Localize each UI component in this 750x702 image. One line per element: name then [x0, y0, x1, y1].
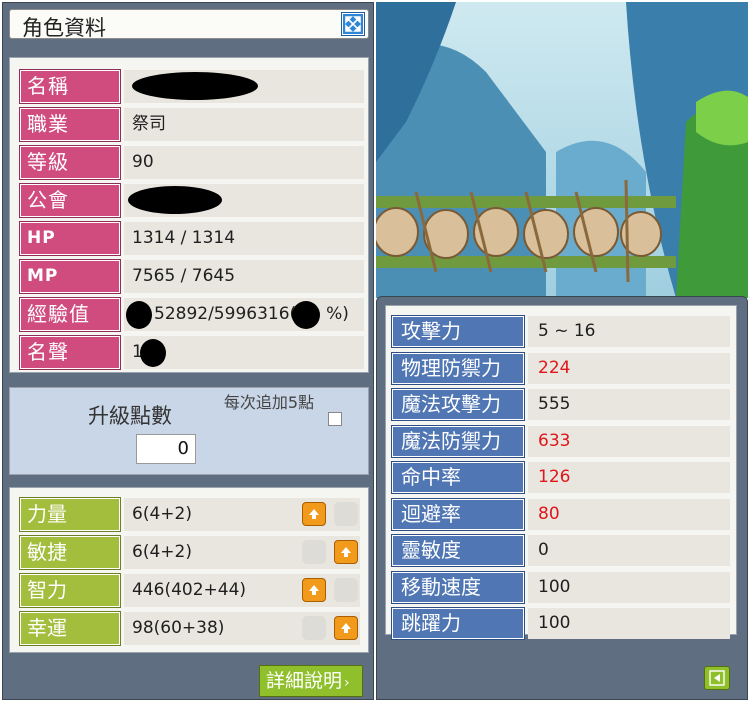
stat-row-str: 力量 6(4+2)	[19, 497, 360, 532]
detail-stat-label: 靈敏度	[391, 534, 525, 567]
info-label: 職業	[19, 107, 121, 142]
detail-stat-row: 攻擊力 5 ~ 16	[391, 315, 730, 348]
detail-stat-row: 移動速度 100	[391, 570, 730, 604]
maximize-toggle-icon[interactable]	[341, 12, 365, 36]
detail-stat-label: 物理防禦力	[391, 351, 525, 385]
detailed-stats-section: 攻擊力 5 ~ 16 物理防禦力 224 魔法攻擊力 555 魔法防禦力 633 命中率 126 迴…	[385, 305, 737, 640]
redacted-exp-percent	[292, 301, 320, 329]
detail-stat-value: 80	[528, 498, 730, 530]
info-row-name: 名稱	[19, 69, 364, 104]
redacted-fame	[140, 339, 166, 367]
detail-button[interactable]: 詳細說明 ›	[259, 665, 363, 697]
detail-stat-label: 魔法攻擊力	[391, 388, 525, 421]
detail-stat-label: 迴避率	[391, 497, 525, 531]
stat-label: 敏捷	[19, 535, 121, 570]
info-label: 公會	[19, 183, 121, 218]
detail-stat-value: 0	[528, 535, 730, 566]
game-background-scene	[376, 2, 748, 298]
redacted-exp-prefix	[126, 301, 152, 329]
stat-row-dex: 敏捷 6(4+2)	[19, 535, 360, 570]
detail-stat-row: 魔法防禦力 633	[391, 424, 730, 458]
empty-slot	[302, 540, 326, 564]
basic-info-section: 名稱 職業 祭司 等級 90 公會 HP 1314 / 1314 MP 7565…	[9, 57, 369, 373]
info-row-guild: 公會	[19, 183, 364, 218]
info-value-mp: 7565 / 7645	[124, 260, 364, 293]
stat-row-luk: 幸運 98(60+38)	[19, 611, 360, 646]
stats-section: 力量 6(4+2) 敏捷 6(4+2) 智力 446(402+44) 幸運 98…	[9, 487, 369, 653]
arrow-left-icon	[709, 670, 725, 686]
detail-stat-value: 633	[528, 425, 730, 457]
back-button[interactable]	[704, 666, 730, 690]
info-label: HP	[19, 221, 121, 256]
increase-luk-button[interactable]	[334, 616, 358, 640]
window-title: 角色資料	[22, 16, 106, 40]
detail-stat-label: 命中率	[391, 461, 525, 494]
info-row-job: 職業 祭司	[19, 107, 364, 142]
info-value-exp: 52892/5996316(%)	[124, 298, 364, 331]
detail-stat-value: 5 ~ 16	[528, 316, 730, 347]
empty-slot	[334, 578, 358, 602]
info-row-mp: MP 7565 / 7645	[19, 259, 364, 294]
character-info-panel: 角色資料 名稱 職業 祭司 等級 90 公會 HP 1314 / 1314 MP…	[2, 2, 374, 700]
empty-slot	[334, 502, 358, 526]
chevron-right-icon: ›	[344, 675, 350, 691]
window-titlebar[interactable]: 角色資料	[9, 9, 369, 40]
stat-label: 力量	[19, 497, 121, 532]
info-label: 等級	[19, 145, 121, 180]
ability-points-label: 升級點數	[88, 404, 172, 428]
stat-row-int: 智力 446(402+44)	[19, 573, 360, 608]
add5-label: 每次追加5點	[223, 393, 315, 412]
info-value-level: 90	[124, 146, 364, 179]
detail-stat-value: 555	[528, 389, 730, 420]
detail-stat-row: 命中率 126	[391, 461, 730, 494]
add5-checkbox[interactable]	[328, 412, 342, 426]
detail-stat-row: 靈敏度 0	[391, 534, 730, 567]
detail-stat-row: 物理防禦力 224	[391, 351, 730, 385]
info-row-exp: 經驗值 52892/5996316(%)	[19, 297, 364, 332]
info-label: 名稱	[19, 69, 121, 104]
detail-stat-label: 攻擊力	[391, 315, 525, 348]
info-label: 名聲	[19, 335, 121, 370]
detailed-stats-panel: 攻擊力 5 ~ 16 物理防禦力 224 魔法攻擊力 555 魔法防禦力 633 命中率 126 迴…	[376, 296, 748, 700]
stat-label: 幸運	[19, 611, 121, 646]
ability-points-value: 0	[136, 434, 196, 464]
detail-stat-label: 跳躍力	[391, 607, 525, 640]
ability-points-section: 升級點數 0 每次追加5點	[9, 387, 369, 475]
detail-stat-label: 移動速度	[391, 570, 525, 604]
detail-stat-value: 224	[528, 352, 730, 384]
info-value-job: 祭司	[124, 108, 364, 141]
info-row-level: 等級 90	[19, 145, 364, 180]
detail-stat-row: 魔法攻擊力 555	[391, 388, 730, 421]
redacted-guild	[128, 186, 222, 214]
detail-stat-value: 126	[528, 462, 730, 493]
detail-stat-row: 跳躍力 100	[391, 607, 730, 640]
info-value-fame: 1	[124, 336, 364, 369]
scene-art	[376, 2, 748, 298]
increase-int-button[interactable]	[302, 578, 326, 602]
detail-stat-label: 魔法防禦力	[391, 424, 525, 458]
detail-stat-row: 迴避率 80	[391, 497, 730, 531]
info-row-fame: 名聲 1	[19, 335, 364, 370]
detail-stat-value: 100	[528, 571, 730, 603]
info-value-guild	[124, 184, 364, 217]
increase-str-button[interactable]	[302, 502, 326, 526]
info-value-hp: 1314 / 1314	[124, 222, 364, 255]
info-row-hp: HP 1314 / 1314	[19, 221, 364, 256]
detail-stat-value: 100	[528, 608, 730, 639]
stat-label: 智力	[19, 573, 121, 608]
redacted-name	[132, 72, 258, 100]
increase-dex-button[interactable]	[334, 540, 358, 564]
info-value-name	[124, 70, 364, 103]
info-label: 經驗值	[19, 297, 121, 332]
info-label: MP	[19, 259, 121, 294]
empty-slot	[302, 616, 326, 640]
